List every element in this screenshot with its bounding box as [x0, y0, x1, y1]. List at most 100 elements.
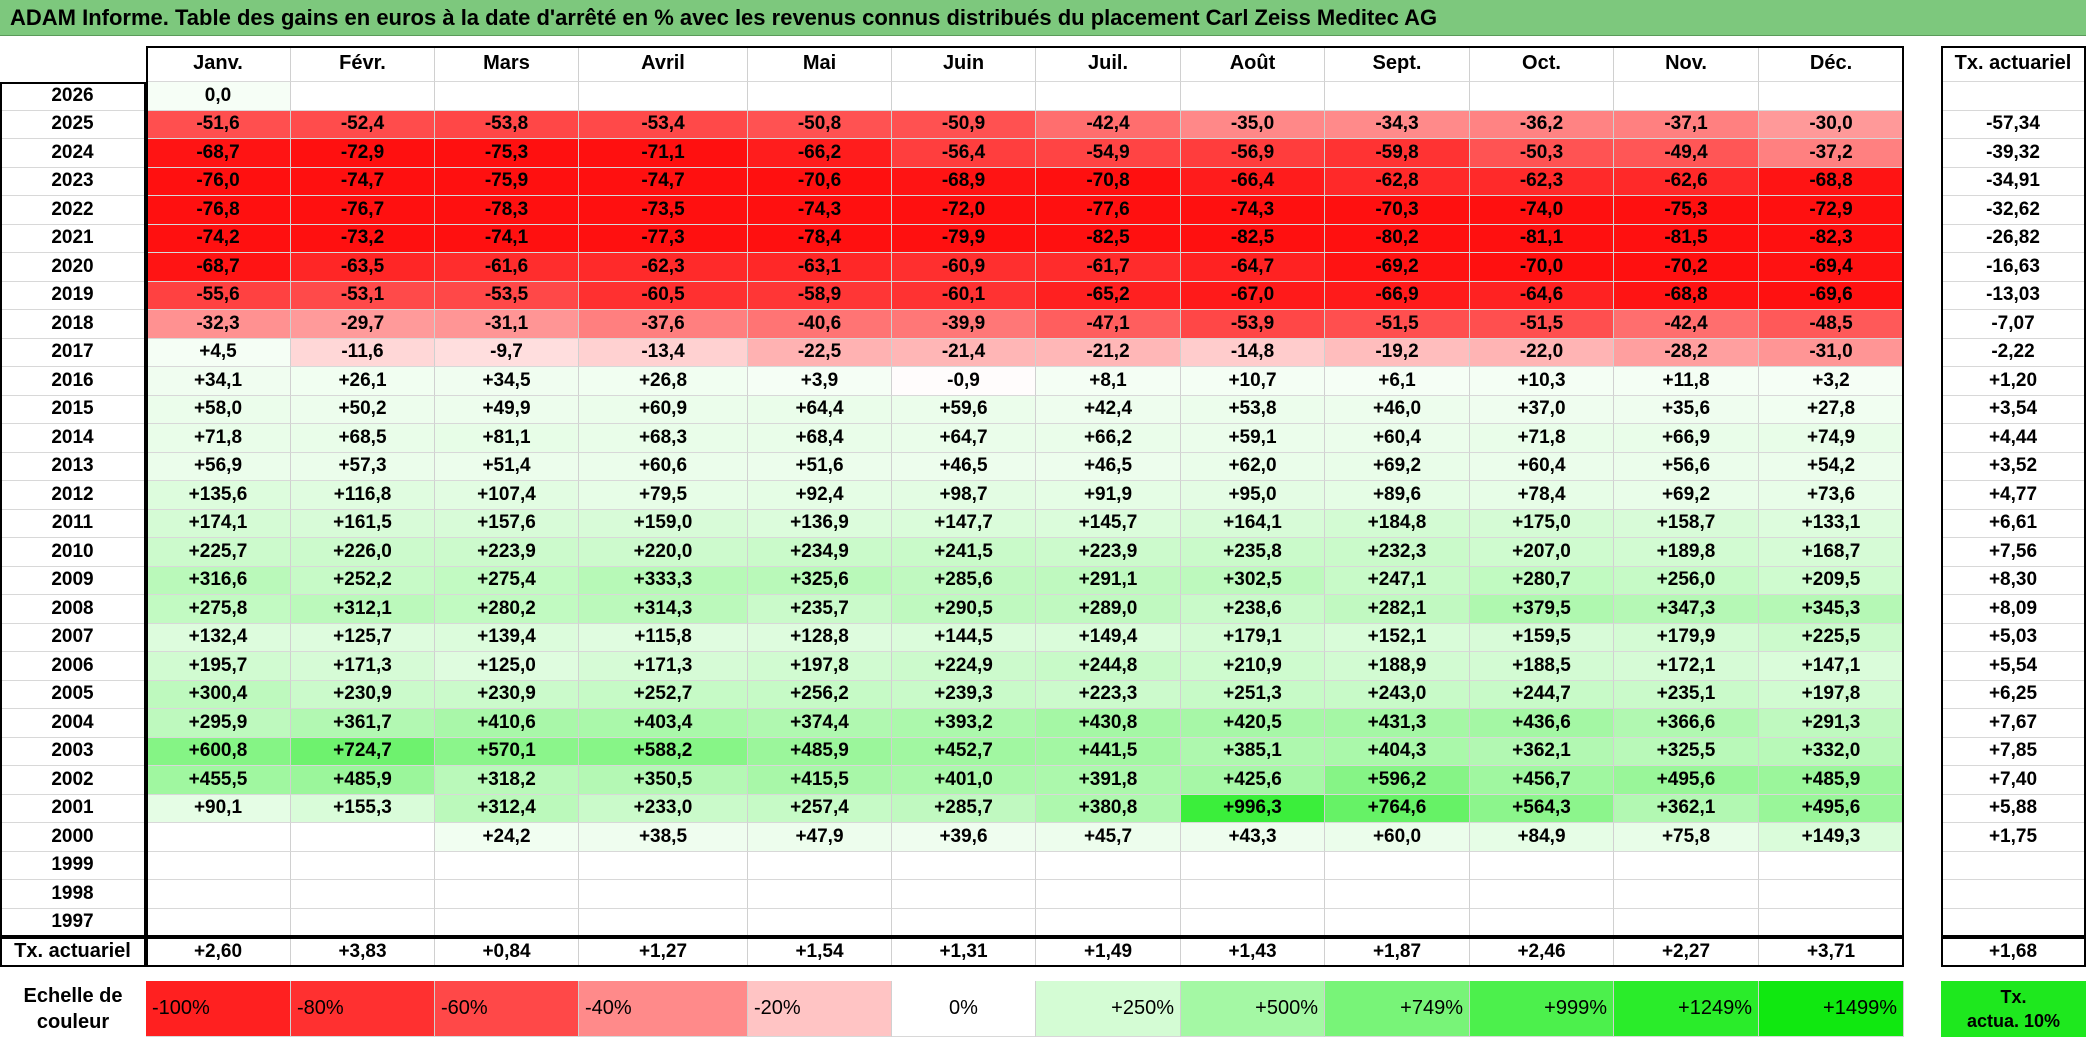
value-cell: +312,1 [291, 595, 435, 624]
value-cell [1470, 82, 1614, 111]
value-cell: +68,4 [748, 424, 892, 453]
color-scale-label: Echelle de couleur [0, 981, 146, 1037]
value-cell: +71,8 [146, 424, 291, 453]
value-cell [1181, 851, 1325, 880]
value-cell: +159,5 [1470, 623, 1614, 652]
value-cell: +436,6 [1470, 709, 1614, 738]
value-cell [1759, 908, 1904, 937]
value-cell: +220,0 [579, 538, 748, 567]
footer-value: +0,84 [435, 937, 579, 967]
value-cell: -60,9 [892, 253, 1036, 282]
value-cell: +764,6 [1325, 794, 1470, 823]
value-cell: -49,4 [1614, 139, 1759, 168]
value-cell: +3,2 [1759, 367, 1904, 396]
value-cell: -40,6 [748, 310, 892, 339]
value-cell: +350,5 [579, 766, 748, 795]
value-cell: +115,8 [579, 623, 748, 652]
value-cell: +3,9 [748, 367, 892, 396]
value-cell [892, 908, 1036, 937]
year-label: 2022 [0, 196, 146, 225]
value-cell: +171,3 [291, 652, 435, 681]
year-label: 2007 [0, 623, 146, 652]
value-cell: +37,0 [1470, 395, 1614, 424]
value-cell: +210,9 [1181, 652, 1325, 681]
value-cell: +95,0 [1181, 481, 1325, 510]
value-cell: +26,1 [291, 367, 435, 396]
value-cell [1036, 82, 1181, 111]
value-cell: +152,1 [1325, 623, 1470, 652]
value-cell: -50,8 [748, 110, 892, 139]
value-cell: +64,4 [748, 395, 892, 424]
value-cell: +234,9 [748, 538, 892, 567]
value-cell: -77,6 [1036, 196, 1181, 225]
value-cell: +10,7 [1181, 367, 1325, 396]
value-cell: +223,9 [1036, 538, 1181, 567]
value-cell: +724,7 [291, 737, 435, 766]
value-cell: +188,9 [1325, 652, 1470, 681]
value-cell: +38,5 [579, 823, 748, 852]
value-cell: +318,2 [435, 766, 579, 795]
value-cell: +289,0 [1036, 595, 1181, 624]
value-cell: +175,0 [1470, 509, 1614, 538]
value-cell: +455,5 [146, 766, 291, 795]
value-cell: +189,8 [1614, 538, 1759, 567]
value-cell: -59,8 [1325, 139, 1470, 168]
year-label: 2008 [0, 595, 146, 624]
value-cell: +51,6 [748, 452, 892, 481]
value-cell: +34,5 [435, 367, 579, 396]
value-cell: -70,0 [1470, 253, 1614, 282]
value-cell: +233,0 [579, 794, 748, 823]
month-header: Déc. [1759, 46, 1904, 82]
value-cell: +155,3 [291, 794, 435, 823]
annual-rate-cell [1941, 908, 2086, 937]
year-label: 2000 [0, 823, 146, 852]
value-cell [579, 880, 748, 909]
value-cell [748, 82, 892, 111]
value-cell: +51,4 [435, 452, 579, 481]
value-cell [1325, 851, 1470, 880]
annual-rate-cell: +8,30 [1941, 566, 2086, 595]
value-cell: +69,2 [1614, 481, 1759, 510]
value-cell: +588,2 [579, 737, 748, 766]
value-cell: +385,1 [1181, 737, 1325, 766]
annual-rate-cell: -13,03 [1941, 281, 2086, 310]
value-cell: +60,4 [1325, 424, 1470, 453]
value-cell: -37,6 [579, 310, 748, 339]
value-cell: +596,2 [1325, 766, 1470, 795]
value-cell [435, 880, 579, 909]
year-label: 2024 [0, 139, 146, 168]
year-label: 2017 [0, 338, 146, 367]
value-cell: +91,9 [1036, 481, 1181, 510]
value-cell [579, 908, 748, 937]
value-cell: +157,6 [435, 509, 579, 538]
footer-value: +3,83 [291, 937, 435, 967]
year-label: 1997 [0, 908, 146, 937]
value-cell: +128,8 [748, 623, 892, 652]
value-cell: -68,7 [146, 139, 291, 168]
value-cell: -60,1 [892, 281, 1036, 310]
value-cell: +333,3 [579, 566, 748, 595]
value-cell: +62,0 [1181, 452, 1325, 481]
value-cell: +404,3 [1325, 737, 1470, 766]
value-cell: +45,7 [1036, 823, 1181, 852]
year-label: 2004 [0, 709, 146, 738]
year-label: 2012 [0, 481, 146, 510]
value-cell: -75,9 [435, 167, 579, 196]
value-cell: +230,9 [291, 680, 435, 709]
value-cell: -53,8 [435, 110, 579, 139]
value-cell: +60,0 [1325, 823, 1470, 852]
year-label: 2001 [0, 794, 146, 823]
value-cell: -75,3 [1614, 196, 1759, 225]
annual-rate-legend-line1: Tx. [2000, 987, 2027, 1007]
value-cell: +285,7 [892, 794, 1036, 823]
value-cell: +209,5 [1759, 566, 1904, 595]
value-cell [1759, 851, 1904, 880]
value-cell: +184,8 [1325, 509, 1470, 538]
value-cell: +90,1 [146, 794, 291, 823]
value-cell: -21,2 [1036, 338, 1181, 367]
value-cell: +495,6 [1759, 794, 1904, 823]
value-cell: +226,0 [291, 538, 435, 567]
value-cell: +59,6 [892, 395, 1036, 424]
value-cell [1036, 851, 1181, 880]
value-cell: -78,4 [748, 224, 892, 253]
